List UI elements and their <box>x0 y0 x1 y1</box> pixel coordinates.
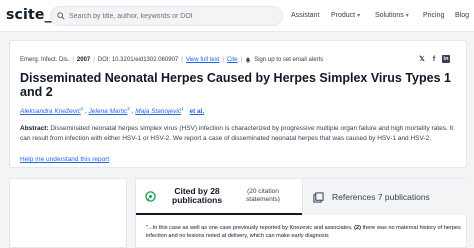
help-understand-link[interactable]: Help me understand this report <box>20 156 109 163</box>
reference-icon <box>313 191 324 203</box>
side-panel <box>9 178 127 248</box>
author-list: Aleksandra Knežević1 , Jelena Martic2 , … <box>20 106 204 115</box>
share-icons: 𝕏 f in <box>418 55 450 63</box>
paper-card: Emerg. Infect. Dis. | 2007 | DOI: 10.320… <box>9 40 467 168</box>
nav-pricing-label: Pricing <box>423 12 445 19</box>
cited-by-label: Cited by 28 publications <box>172 186 223 205</box>
chevron-down-icon: ▾ <box>357 13 361 19</box>
references-label: References 7 publications <box>332 192 430 202</box>
publication-year: 2007 <box>76 57 91 63</box>
divider: | <box>93 57 95 63</box>
facebook-icon[interactable]: f <box>430 55 438 63</box>
nav-assistant-label: Assistant <box>291 12 320 19</box>
citation-snippet: "...In this case as well as one case pre… <box>146 224 462 240</box>
nav-solutions-label: Solutions <box>375 12 404 19</box>
nav-solutions[interactable]: Solutions ▾ <box>375 12 409 19</box>
quote-bubble-icon <box>145 190 156 202</box>
snippet-text-start: "...In this case as well as one case pre… <box>146 225 353 231</box>
email-alerts-button[interactable]: Sign up to set email alerts <box>245 57 323 63</box>
search-icon <box>57 12 65 20</box>
nav-blog-label: Blog <box>455 12 470 19</box>
divider: | <box>240 57 243 63</box>
journal-name: Emerg. Infect. Dis. <box>20 57 70 63</box>
tab-references[interactable]: References 7 publications <box>302 179 468 215</box>
email-alerts-label: Sign up to set email alerts <box>254 57 324 63</box>
et-al-link[interactable]: et al. <box>189 108 204 115</box>
search-box[interactable] <box>50 6 283 26</box>
linkedin-icon[interactable]: in <box>442 55 450 63</box>
author-link[interactable]: Aleksandra Knežević <box>20 108 81 115</box>
cite-link[interactable]: Cite <box>227 57 238 63</box>
abstract: Abstract: Disseminated neonatal herpes s… <box>20 124 462 144</box>
doi: DOI: 10.3201/eid1302.060907 <box>97 57 179 63</box>
tab-cited-by[interactable]: Cited by 28 publications (20 citation st… <box>136 179 302 215</box>
divider: | <box>72 57 74 63</box>
abstract-label: Abstract: <box>20 125 49 132</box>
author-affiliation: 1 <box>181 106 184 111</box>
search-input[interactable] <box>69 12 269 20</box>
snippet-reference: (2) <box>354 225 361 231</box>
twitter-icon[interactable]: 𝕏 <box>418 55 426 63</box>
nav-product-label: Product <box>331 12 356 19</box>
paper-meta-row: Emerg. Infect. Dis. | 2007 | DOI: 10.320… <box>20 57 323 63</box>
bell-icon <box>246 57 251 63</box>
chevron-down-icon: ▾ <box>405 13 409 19</box>
nav-assistant[interactable]: Assistant <box>291 12 319 19</box>
author-link[interactable]: Maja Stanojević <box>135 108 181 115</box>
citation-panel: Cited by 28 publications (20 citation st… <box>135 178 468 248</box>
view-full-text-link[interactable]: View full text <box>186 57 220 63</box>
nav-pricing[interactable]: Pricing <box>423 12 444 19</box>
abstract-text: Disseminated neonatal herpes simplex vir… <box>20 125 454 143</box>
nav-blog[interactable]: Blog <box>455 12 469 19</box>
paper-title: Disseminated Neonatal Herpes Caused by H… <box>20 71 451 99</box>
nav-product[interactable]: Product ▾ <box>331 12 360 19</box>
citation-statements-count: (20 citation statements) <box>246 188 280 203</box>
divider: | <box>181 57 183 63</box>
divider: | <box>222 57 224 63</box>
scite-logo[interactable]: scite_ <box>6 7 52 23</box>
top-nav: scite_ Assistant Product▾ Solutions▾ Pri… <box>0 0 474 32</box>
author-link[interactable]: Jelena Martic <box>89 108 128 115</box>
